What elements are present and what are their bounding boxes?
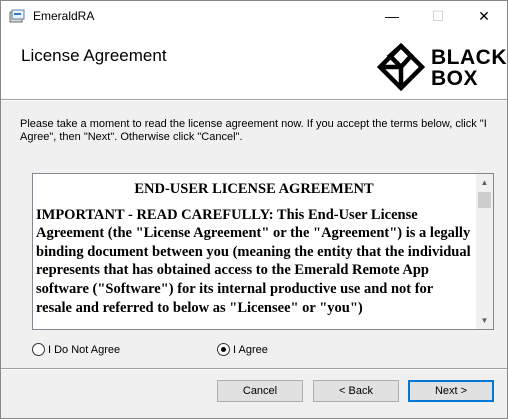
black-box-cube-icon — [377, 43, 425, 91]
scroll-down-arrow-icon[interactable]: ▼ — [476, 312, 493, 329]
intro-text: Please take a moment to read the license… — [20, 118, 487, 143]
scroll-up-arrow-icon[interactable]: ▲ — [476, 174, 493, 191]
radio-unchecked-icon[interactable] — [32, 343, 45, 356]
license-text-box[interactable]: END-USER LICENSE AGREEMENT IMPORTANT - R… — [32, 173, 494, 330]
logo-text: BLACK BOX — [431, 46, 507, 90]
black-box-logo: BLACK BOX — [377, 41, 507, 93]
radio-i-do-not-agree-label: I Do Not Agree — [48, 343, 121, 356]
page-title: License Agreement — [21, 46, 167, 65]
title-bar: EmeraldRA — ☐ ✕ — [1, 1, 507, 31]
license-heading: END-USER LICENSE AGREEMENT — [134, 181, 374, 197]
next-button[interactable]: Next > — [408, 380, 494, 402]
radio-i-agree-label: I Agree — [233, 343, 268, 356]
header-divider — [1, 99, 507, 101]
window-title: EmeraldRA — [33, 9, 95, 23]
footer-divider — [1, 368, 507, 370]
cancel-button[interactable]: Cancel — [217, 380, 303, 402]
installer-window: EmeraldRA — ☐ ✕ License Agreement BLACK … — [0, 0, 508, 419]
minimize-button[interactable]: — — [369, 1, 415, 31]
license-scrollbar[interactable]: ▲ ▼ — [476, 174, 493, 329]
back-button[interactable]: < Back — [313, 380, 399, 402]
radio-i-do-not-agree[interactable]: I Do Not Agree — [32, 343, 120, 356]
scroll-thumb[interactable] — [478, 192, 491, 208]
close-button[interactable]: ✕ — [461, 1, 507, 31]
installer-app-icon — [9, 9, 25, 23]
maximize-button: ☐ — [431, 7, 445, 24]
header-banner: License Agreement BLACK BOX — [1, 31, 507, 99]
radio-i-agree[interactable]: I Agree — [217, 343, 268, 356]
radio-checked-icon[interactable] — [217, 343, 230, 356]
license-body: IMPORTANT - READ CAREFULLY: This End-Use… — [36, 206, 471, 316]
license-content: END-USER LICENSE AGREEMENT IMPORTANT - R… — [36, 180, 472, 317]
